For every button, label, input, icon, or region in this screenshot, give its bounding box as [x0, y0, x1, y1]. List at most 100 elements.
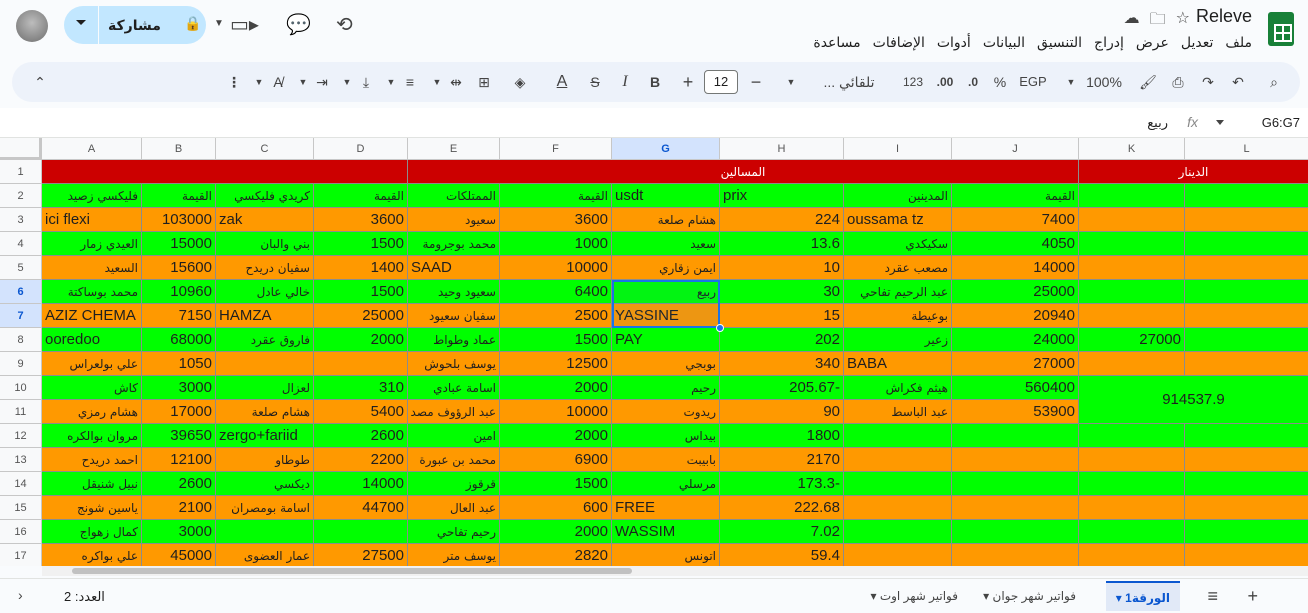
menu-tools[interactable]: أدوات [937, 34, 971, 51]
cell-h12[interactable]: 1800 [720, 424, 844, 448]
cell-f2[interactable]: القيمة [500, 184, 612, 208]
cell-g7[interactable]: YASSINE [612, 304, 720, 328]
cell-k12[interactable] [1079, 424, 1185, 448]
cell-k16[interactable] [1079, 520, 1185, 544]
horizontal-align-icon[interactable]: ≡ [398, 62, 422, 102]
fill-handle[interactable] [716, 324, 724, 332]
more-formats-button[interactable]: 123 [900, 62, 926, 102]
merged-header-cell[interactable]: المسالين [408, 160, 1079, 184]
column-header-l[interactable]: L [1185, 138, 1308, 160]
cell-f10[interactable]: 2000 [500, 376, 612, 400]
column-header-d[interactable]: D [314, 138, 408, 160]
cell-h13[interactable]: 2170 [720, 448, 844, 472]
cell-d13[interactable]: 2200 [314, 448, 408, 472]
cell-k17[interactable] [1079, 544, 1185, 566]
row-header[interactable]: 17 [0, 544, 42, 566]
cell-e7[interactable]: سفيان سعيود [408, 304, 500, 328]
cell-c2[interactable]: كريدي فليكسي [216, 184, 314, 208]
cell-c4[interactable]: بني والبان [216, 232, 314, 256]
share-button[interactable]: مشاركة 🔒 [64, 6, 206, 44]
column-header-k[interactable]: K [1079, 138, 1185, 160]
row-header[interactable]: 1 [0, 160, 42, 184]
cell-k7[interactable] [1079, 304, 1185, 328]
sheet-tab-august[interactable]: فواتير شهر اوت ▾ [860, 581, 968, 611]
cell-a17[interactable]: علي بواكره [42, 544, 142, 566]
cell-k2[interactable] [1079, 184, 1185, 208]
cell-a8[interactable]: ooredoo [42, 328, 142, 352]
menu-file[interactable]: ملف [1225, 34, 1252, 51]
row-header[interactable]: 16 [0, 520, 42, 544]
row-header[interactable]: 5 [0, 256, 42, 280]
sheet-tab-1[interactable]: الورقة1 ▾ [1105, 581, 1180, 611]
cell-h14[interactable]: 173.3- [720, 472, 844, 496]
increase-decimal-button[interactable]: .00 [932, 62, 958, 102]
row-header[interactable]: 11 [0, 400, 42, 424]
cell-f5[interactable]: 10000 [500, 256, 612, 280]
cell-i3[interactable]: oussama tz [844, 208, 952, 232]
sheet-tab-june[interactable]: فواتير شهر جوان ▾ [973, 581, 1086, 611]
cell-d15[interactable]: 44700 [314, 496, 408, 520]
cell-b17[interactable]: 45000 [142, 544, 216, 566]
cell-b13[interactable]: 12100 [142, 448, 216, 472]
paint-format-icon[interactable]: 🖌 [1136, 62, 1160, 102]
cell-i6[interactable]: عبد الرحيم تفاحي [844, 280, 952, 304]
selection-count[interactable]: العدد: 2 [64, 589, 105, 605]
share-dropdown-icon[interactable] [76, 20, 86, 25]
cell-i11[interactable]: عبد الباسط [844, 400, 952, 424]
row-header[interactable]: 7 [0, 304, 42, 328]
cell-e8[interactable]: عماد وطواط [408, 328, 500, 352]
cell-k4[interactable] [1079, 232, 1185, 256]
column-header-h[interactable]: H [720, 138, 844, 160]
cell-e6[interactable]: سعيود وحيد [408, 280, 500, 304]
cell-l14[interactable] [1185, 472, 1308, 496]
decrease-font-size-icon[interactable]: − [746, 62, 766, 102]
cell-c12[interactable]: zergo+fariid [216, 424, 314, 448]
font-size-input[interactable]: 12 [704, 70, 738, 94]
cell-a2[interactable]: فليكسي زصيد [42, 184, 142, 208]
text-wrapping-icon[interactable]: ⇥ [310, 62, 334, 102]
cell-b8[interactable]: 68000 [142, 328, 216, 352]
row-header[interactable]: 12 [0, 424, 42, 448]
zoom-dropdown-icon[interactable]: ▼ [1064, 62, 1078, 102]
cell-e2[interactable]: الممتلكات [408, 184, 500, 208]
spreadsheet-grid[interactable]: A B C D E F G H I J K L 1 المسالين الدينار 2 فليكسي زصيد… [0, 138, 1308, 566]
row-header[interactable]: 4 [0, 232, 42, 256]
cell-g6[interactable]: ربيع [612, 280, 720, 304]
cell-e11[interactable]: عبد الرؤوف مصد [408, 400, 500, 424]
cell-h16[interactable]: 7.02 [720, 520, 844, 544]
meet-camera-icon[interactable]: ▭▸ [230, 12, 259, 37]
meet-dropdown-icon[interactable]: ▼ [214, 18, 224, 29]
cell-g14[interactable]: مرسلي [612, 472, 720, 496]
cell-a3[interactable]: ici flexi [42, 208, 142, 232]
cell-i7[interactable]: بوعيطة [844, 304, 952, 328]
cell-h10[interactable]: 205.67- [720, 376, 844, 400]
cell-e9[interactable]: يوسف بلحوش [408, 352, 500, 376]
cell-b15[interactable]: 2100 [142, 496, 216, 520]
cell-c13[interactable]: طوطاو [216, 448, 314, 472]
cell-d5[interactable]: 1400 [314, 256, 408, 280]
cell-c5[interactable]: سفيان دريدح [216, 256, 314, 280]
cell-k5[interactable] [1079, 256, 1185, 280]
add-sheet-button[interactable]: + [1237, 581, 1268, 611]
merge-dropdown-icon[interactable]: ▼ [430, 62, 444, 102]
cell-e10[interactable]: اسامة عبادي [408, 376, 500, 400]
cell-h7[interactable]: 15 [720, 304, 844, 328]
cell-j7[interactable]: 20940 [952, 304, 1079, 328]
cell-l16[interactable] [1185, 520, 1308, 544]
cell-b12[interactable]: 39650 [142, 424, 216, 448]
cell-l17[interactable] [1185, 544, 1308, 566]
cell-d11[interactable]: 5400 [314, 400, 408, 424]
cell-l13[interactable] [1185, 448, 1308, 472]
redo-icon[interactable]: ↷ [1196, 62, 1220, 102]
cell-l5[interactable] [1185, 256, 1308, 280]
cell-h4[interactable]: 13.6 [720, 232, 844, 256]
cell-g5[interactable]: ايمن زقاري [612, 256, 720, 280]
decrease-decimal-button[interactable]: .0 [962, 62, 984, 102]
cell-d4[interactable]: 1500 [314, 232, 408, 256]
cell-c3[interactable]: zak [216, 208, 314, 232]
cell-b16[interactable]: 3000 [142, 520, 216, 544]
cell-h11[interactable]: 90 [720, 400, 844, 424]
cloud-status-icon[interactable]: ☁ [1124, 8, 1140, 35]
cell-d7[interactable]: 25000 [314, 304, 408, 328]
vertical-align-icon[interactable]: ⤓ [354, 62, 378, 102]
